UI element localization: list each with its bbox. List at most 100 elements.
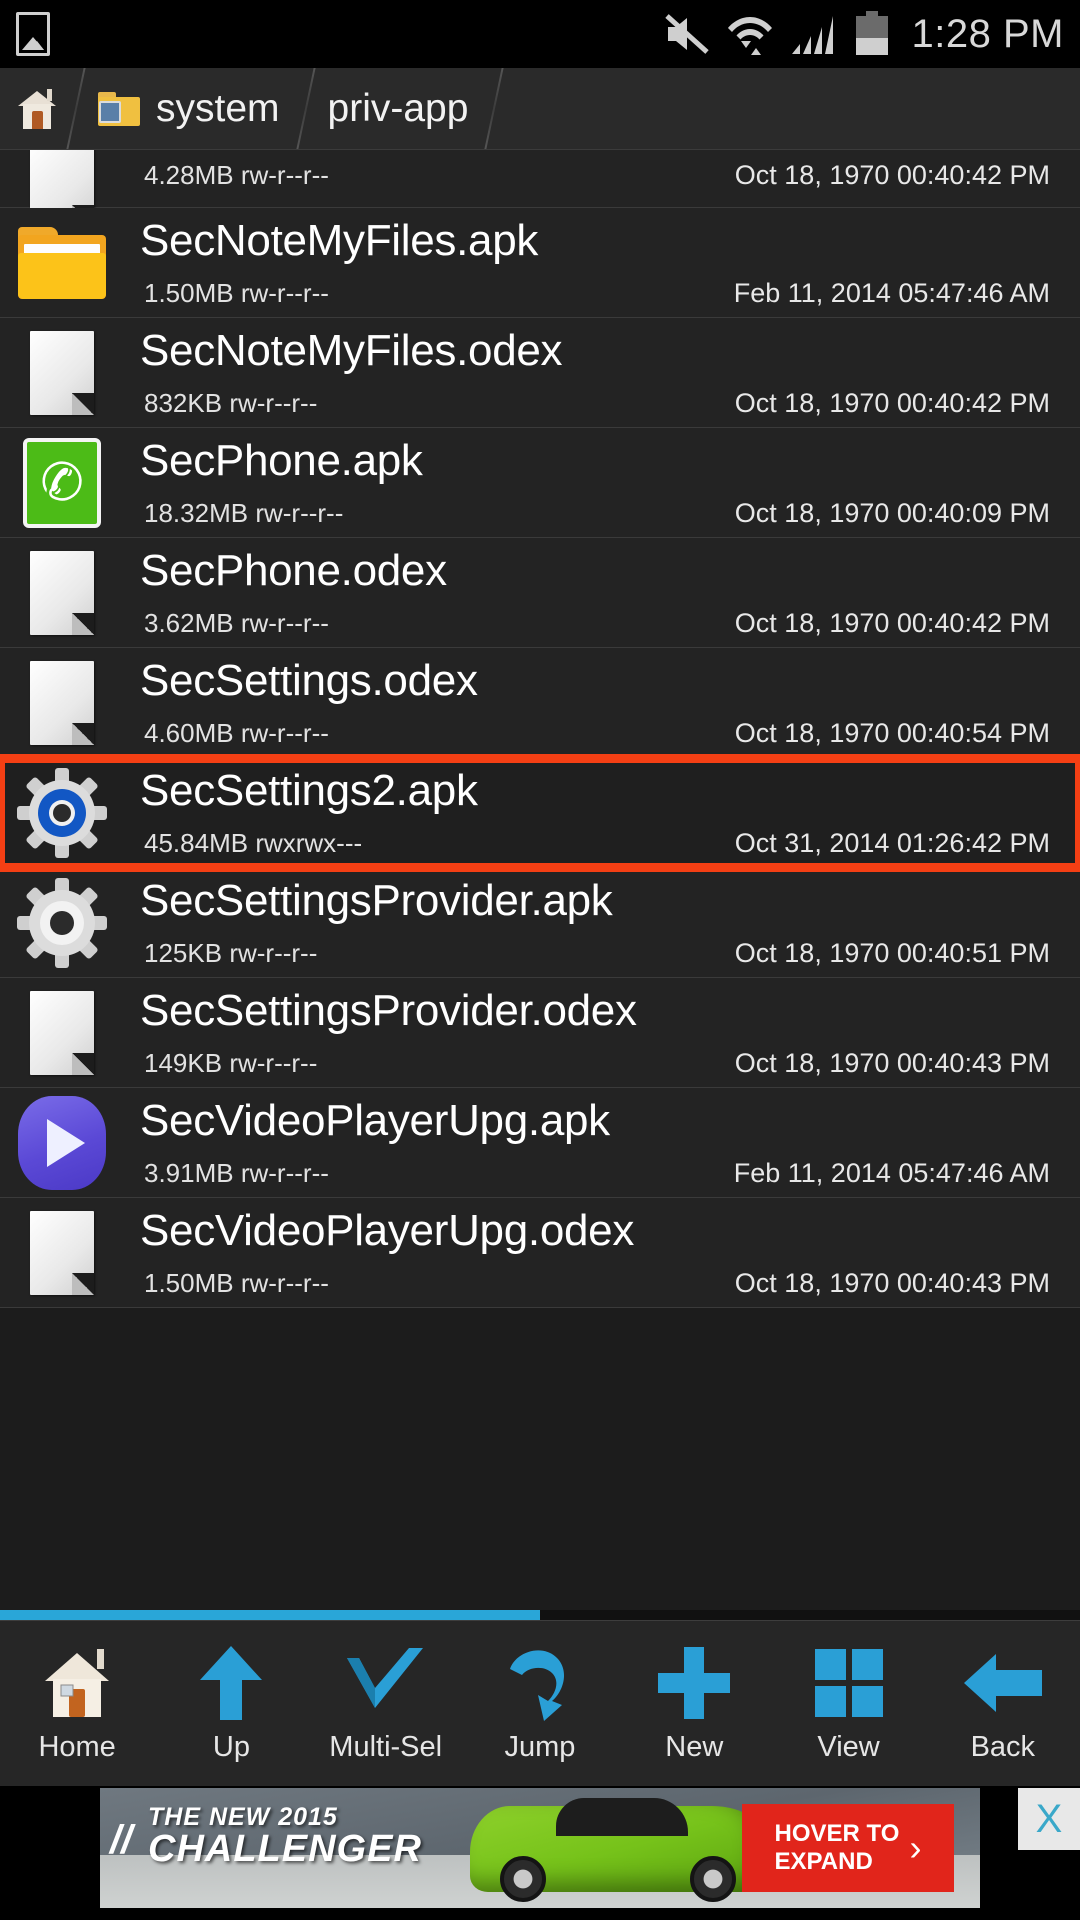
table-row[interactable]: SecSettingsProvider.odex 149KB rw-r--r-- O… <box>0 978 1080 1088</box>
car-image <box>470 1798 770 1902</box>
file-icon-cell <box>14 325 110 421</box>
mute-icon <box>664 14 709 54</box>
file-size: 149KB <box>144 1048 223 1078</box>
ad-cta-line2: EXPAND <box>774 1848 873 1875</box>
table-row-selected[interactable]: SecSettings2.apk 45.84MB rwxrwx--- Oct 31,… <box>0 754 1080 872</box>
gear-blue-icon <box>17 767 107 858</box>
file-icon-cell <box>14 1205 110 1301</box>
file-name: SecNoteMyFiles.apk <box>140 216 539 265</box>
play-icon <box>18 1095 106 1190</box>
jump-arrow-icon <box>509 1650 565 1721</box>
table-row[interactable]: 4.28MB rw-r--r-- Oct 18, 1970 00:40:42 PM <box>0 150 1080 227</box>
table-row[interactable]: ✆ SecPhone.apk 18.32MB rw-r--r-- Oct 18, 19… <box>0 428 1080 538</box>
toolbar-label: Jump <box>504 1731 576 1763</box>
file-icon-cell: ✆ <box>14 435 110 531</box>
toolbar-button-home[interactable]: Home <box>0 1621 154 1786</box>
arrow-up-icon-wrap <box>196 1643 266 1723</box>
checkmark-icon-wrap <box>343 1643 429 1723</box>
table-row[interactable]: SecSettings.odex 4.60MB rw-r--r-- Oct 18, … <box>0 648 1080 758</box>
document-icon <box>30 330 94 415</box>
file-icon-cell <box>14 215 110 311</box>
toolbar-label: Home <box>38 1731 116 1763</box>
phone-icon: ✆ <box>23 437 101 528</box>
file-list[interactable]: 4.28MB rw-r--r-- Oct 18, 1970 00:40:42 PM… <box>0 150 1080 1620</box>
file-permissions: rw-r--r-- <box>240 1268 329 1298</box>
photo-icon <box>16 12 50 56</box>
table-row[interactable]: SecSettingsProvider.apk 125KB rw-r--r-- Oc… <box>0 868 1080 978</box>
file-info: SecPhone.odex 3.62MB rw-r--r-- Oct 18, 197… <box>110 538 1080 647</box>
breadcrumb-home[interactable] <box>0 68 76 149</box>
ad-headline-line2: CHALLENGER <box>148 1828 422 1871</box>
file-date: Oct 18, 1970 00:40:42 PM <box>734 388 1050 418</box>
file-date: Oct 31, 2014 01:26:42 PM <box>734 828 1050 858</box>
file-meta: 3.91MB rw-r--r-- <box>144 1158 329 1189</box>
file-size: 3.62MB <box>144 608 234 638</box>
car-wheel-front <box>500 1856 546 1902</box>
file-info: SecVideoPlayerUpg.apk 3.91MB rw-r--r-- Feb… <box>110 1088 1080 1197</box>
file-date: Oct 18, 1970 00:40:42 PM <box>734 608 1050 638</box>
ad-close-button[interactable]: X <box>1018 1788 1080 1850</box>
file-name: SecSettings2.apk <box>140 766 478 815</box>
toolbar-label: Multi-Sel <box>329 1731 443 1763</box>
document-icon <box>30 550 94 635</box>
breadcrumb-item-priv-app[interactable]: priv-app <box>306 68 495 149</box>
file-permissions: rw-r--r-- <box>229 938 318 968</box>
file-permissions: rw-r--r-- <box>240 278 329 308</box>
file-date: Oct 18, 1970 00:40:09 PM <box>734 498 1050 528</box>
table-row[interactable]: SecVideoPlayerUpg.apk 3.91MB rw-r--r-- Feb… <box>0 1088 1080 1198</box>
file-permissions: rwxrwx--- <box>255 828 363 858</box>
file-permissions: rw-r--r-- <box>240 718 329 748</box>
file-meta: 149KB rw-r--r-- <box>144 1048 317 1079</box>
toolbar-label: Back <box>970 1731 1036 1763</box>
toolbar-button-multi-sel[interactable]: Multi-Sel <box>309 1621 463 1786</box>
file-date: Oct 18, 1970 00:40:43 PM <box>734 1268 1050 1298</box>
file-icon-cell <box>14 1095 110 1191</box>
horizontal-scrollbar[interactable] <box>0 1610 1080 1620</box>
toolbar-button-back[interactable]: Back <box>926 1621 1080 1786</box>
file-info: SecNoteMyFiles.odex 832KB rw-r--r-- Oct 18… <box>110 318 1080 427</box>
gear-icon <box>17 877 107 968</box>
file-permissions: rw-r--r-- <box>240 1158 329 1188</box>
table-row[interactable]: SecNoteMyFiles.odex 832KB rw-r--r-- Oct 18… <box>0 318 1080 428</box>
scrollbar-thumb[interactable] <box>0 1610 540 1620</box>
file-size: 4.28MB <box>144 160 234 190</box>
file-meta: 832KB rw-r--r-- <box>144 388 317 419</box>
file-meta: 4.28MB rw-r--r-- <box>144 160 329 191</box>
file-name: SecSettings.odex <box>140 656 478 705</box>
ad-banner[interactable]: // THE NEW 2015 CHALLENGER HOVER TO EXPA… <box>100 1788 980 1908</box>
breadcrumb-item-system[interactable]: system <box>76 68 306 149</box>
ad-cta-button[interactable]: HOVER TO EXPAND › <box>742 1804 954 1892</box>
toolbar-button-new[interactable]: New <box>617 1621 771 1786</box>
file-size: 3.91MB <box>144 1158 234 1188</box>
folder-icon <box>98 91 140 126</box>
file-date: Oct 18, 1970 00:40:42 PM <box>734 160 1050 190</box>
file-date: Oct 18, 1970 00:40:54 PM <box>734 718 1050 748</box>
file-size: 4.60MB <box>144 718 234 748</box>
grid-view-icon <box>814 1649 883 1717</box>
ad-cta-line1: HOVER TO <box>774 1820 900 1848</box>
table-row[interactable]: SecPhone.odex 3.62MB rw-r--r-- Oct 18, 197… <box>0 538 1080 648</box>
breadcrumb-label-priv-app: priv-app <box>327 86 469 130</box>
toolbar-button-jump[interactable]: Jump <box>463 1621 617 1786</box>
toolbar-button-up[interactable]: Up <box>154 1621 308 1786</box>
toolbar-button-view[interactable]: View <box>771 1621 925 1786</box>
document-icon <box>30 1210 94 1295</box>
toolbar-label: View <box>817 1731 880 1763</box>
file-size: 45.84MB <box>144 828 249 858</box>
file-date: Feb 11, 2014 05:47:46 AM <box>733 278 1050 308</box>
file-meta: 4.60MB rw-r--r-- <box>144 718 329 749</box>
status-bar-left-icons <box>16 12 50 56</box>
table-row[interactable]: SecNoteMyFiles.apk 1.50MB rw-r--r-- Feb 11… <box>0 208 1080 318</box>
file-date: Oct 18, 1970 00:40:51 PM <box>734 938 1050 968</box>
file-info: SecVideoPlayerUpg.odex 1.50MB rw-r--r-- Oc… <box>110 1198 1080 1307</box>
signal-icon <box>791 16 833 54</box>
home-icon <box>45 1649 110 1717</box>
ad-cta-text: HOVER TO EXPAND <box>775 1820 900 1875</box>
file-meta: 1.50MB rw-r--r-- <box>144 278 329 309</box>
file-icon-cell <box>14 985 110 1081</box>
home-icon <box>18 88 56 129</box>
ad-headline: THE NEW 2015 CHALLENGER <box>148 1804 422 1870</box>
table-row[interactable]: SecVideoPlayerUpg.odex 1.50MB rw-r--r-- Oc… <box>0 1198 1080 1308</box>
toolbar-label: New <box>665 1731 724 1763</box>
document-icon <box>30 660 94 745</box>
